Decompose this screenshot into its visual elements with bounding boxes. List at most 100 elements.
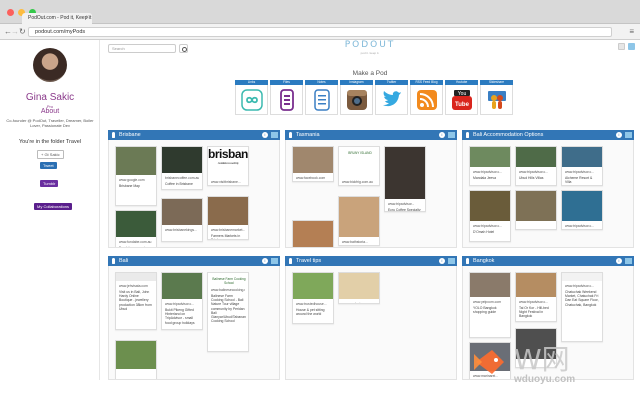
add-to-pod-button[interactable] bbox=[625, 132, 632, 138]
add-icon[interactable] bbox=[628, 43, 635, 50]
reload-icon[interactable]: ↻ bbox=[19, 27, 26, 36]
browser-tab-bar: PodOut.com - Pod it, Keep it × bbox=[0, 0, 640, 24]
pod-type-links[interactable]: Links bbox=[235, 80, 268, 115]
card-url[interactable]: www.tripadvisor.c... bbox=[565, 224, 599, 228]
card-url[interactable]: www.bickfrig.com.au bbox=[342, 180, 376, 184]
pod-type-rss-feed-blog[interactable]: RSS Feed Blog bbox=[410, 80, 443, 115]
close-window-button[interactable] bbox=[7, 9, 14, 16]
card-url[interactable]: www.podout.com.au bbox=[342, 302, 376, 303]
card-url[interactable]: www.trustedhouse... bbox=[296, 302, 330, 306]
pod-card[interactable]: www.tripadvisor.c... Tai Or Kor - Hill-be… bbox=[515, 272, 557, 322]
search-icon[interactable] bbox=[179, 44, 188, 53]
slideshare-icon bbox=[488, 91, 506, 109]
tumblr-button[interactable]: Tumblr bbox=[40, 180, 59, 187]
pod-card[interactable]: www.facebook.comPilgrim Cafe specialty c… bbox=[292, 146, 334, 182]
card-url[interactable]: www.brisbanemarket... bbox=[211, 228, 245, 232]
info-icon[interactable]: i bbox=[616, 132, 622, 138]
pod-card[interactable]: www.trustedhouse... House & pet sitting a… bbox=[292, 272, 334, 324]
card-url[interactable]: www.brisbanekings... bbox=[165, 228, 199, 232]
card-url[interactable]: www.fundabe.com.au bbox=[119, 240, 153, 244]
pod-card[interactable]: BRUNY ISLANDwww.bickfrig.com.auLunch on … bbox=[338, 146, 380, 186]
card-url[interactable]: www.balinesecooking.net bbox=[211, 288, 245, 292]
card-url[interactable]: www.tripadvisor.c... bbox=[473, 224, 507, 228]
info-icon[interactable]: i bbox=[262, 132, 268, 138]
pod-column-header[interactable]: Travel tips i bbox=[285, 256, 457, 266]
share-icon[interactable] bbox=[618, 43, 625, 50]
pod-card[interactable]: www.podout.com.au bbox=[338, 272, 380, 304]
pod-card[interactable]: www.tripadvisor.c...Alila Ubud bbox=[561, 190, 603, 230]
pod-card[interactable]: www.tripadvisor.c... Mandala Jeeva bbox=[469, 146, 511, 186]
close-tab-icon[interactable]: × bbox=[85, 15, 89, 21]
add-to-pod-button[interactable] bbox=[271, 258, 278, 264]
pod-card[interactable]: www.tripadvisor.c... Bukit Pikeng Gifted … bbox=[161, 272, 203, 330]
pod-card[interactable]: www.tripadvisor... Ecru Coffee Specialty … bbox=[384, 146, 426, 212]
pod-card[interactable]: www.brisbanekings... bbox=[161, 198, 203, 242]
card-url[interactable]: www.tripadvisor.c... bbox=[165, 302, 199, 306]
pod-card[interactable] bbox=[292, 220, 334, 247]
add-to-pod-button[interactable] bbox=[271, 132, 278, 138]
pod-column-header[interactable]: Brisbane i bbox=[108, 130, 280, 140]
card-thumbnail bbox=[470, 191, 510, 221]
pod-card[interactable]: Balinese Farm Cooking School www.balinese… bbox=[207, 272, 249, 352]
forward-icon[interactable]: → bbox=[11, 27, 19, 36]
card-url[interactable]: www.facebook.com bbox=[296, 176, 330, 180]
follow-button[interactable]: + Gt Sakic bbox=[37, 150, 64, 159]
card-description: Coffee in Brisbane bbox=[165, 182, 193, 186]
tweet-button[interactable]: Tweet bbox=[40, 162, 57, 169]
browser-menu-icon[interactable]: ≡ bbox=[629, 27, 634, 36]
pod-card[interactable]: www.yelpcom.com YOLO Bangkok shopping gui… bbox=[469, 272, 511, 338]
pod-card[interactable]: brisbanecoffee.com.au Coffee in Brisbane bbox=[161, 146, 203, 190]
add-to-pod-button[interactable] bbox=[448, 132, 455, 138]
pod-card[interactable]: brisbaneAustralia's new world city www.vi… bbox=[207, 146, 249, 186]
browser-tab[interactable]: PodOut.com - Pod it, Keep it × bbox=[22, 13, 92, 24]
search-input[interactable]: Search bbox=[108, 44, 176, 53]
card-url[interactable]: www.yelpcom.com bbox=[473, 300, 507, 304]
card-url[interactable]: www.tripadvisor.c... bbox=[565, 170, 599, 174]
url-input[interactable]: podout.com/myPods bbox=[28, 27, 612, 37]
pod-type-instagram[interactable]: Instagram bbox=[340, 80, 373, 115]
card-url[interactable]: www.visitbrisbane... bbox=[211, 180, 245, 184]
card-thumbnail bbox=[208, 197, 248, 225]
info-icon[interactable]: i bbox=[439, 132, 445, 138]
my-collaborations-button[interactable]: My Collaborations bbox=[34, 203, 73, 210]
info-icon[interactable]: i bbox=[262, 258, 268, 264]
add-to-pod-button[interactable] bbox=[625, 258, 632, 264]
pod-column-header[interactable]: Bangkok i bbox=[462, 256, 634, 266]
pod-column-header[interactable]: Tasmania i bbox=[285, 130, 457, 140]
pod-card[interactable]: www.google.com Brisbane Map bbox=[115, 146, 157, 206]
pod-column-title: Bali bbox=[119, 258, 129, 264]
card-url[interactable]: www.bathstoria... bbox=[342, 240, 376, 244]
card-url[interactable]: www.google.com bbox=[119, 178, 153, 182]
pod-type-notes[interactable]: Notes bbox=[305, 80, 338, 115]
card-description: D'Omah Hotel bbox=[473, 230, 495, 234]
card-url[interactable]: www.tripadvisor.c... bbox=[473, 170, 507, 174]
pod-card[interactable]: www.tripadvisor.c... Ubud Hills Villas bbox=[515, 146, 557, 186]
info-icon[interactable]: i bbox=[439, 258, 445, 264]
pod-card[interactable]: www.tripadvisor.c... D'Omah Hotel bbox=[469, 190, 511, 242]
info-icon[interactable]: i bbox=[616, 258, 622, 264]
pod-card[interactable]: www.jehvisata.com Visit us in Bali, John … bbox=[115, 272, 157, 330]
card-url[interactable]: www.tripadvisor.c... bbox=[565, 284, 599, 288]
pod-card[interactable]: www.fundabe.com.au Fundabe - organic whol… bbox=[115, 210, 157, 247]
card-url[interactable]: brisbanecoffee.com.au bbox=[165, 176, 199, 180]
profile-sidebar: Gina Sakic Pro About Co-founder @ PodOut… bbox=[0, 40, 100, 380]
pod-card[interactable]: www.tripadvisor.c... Alcheme Resort & Vil… bbox=[561, 146, 603, 186]
pod-card[interactable]: www.bathstoria... bbox=[338, 196, 380, 246]
pod-type-youtube[interactable]: Youtube Tube You bbox=[445, 80, 478, 115]
pod-column-header[interactable]: Bali i bbox=[108, 256, 280, 266]
card-url[interactable]: www.jehvisata.com bbox=[119, 284, 153, 288]
pod-column-header[interactable]: Bali Accommodation Options i bbox=[462, 130, 634, 140]
pod-card[interactable]: www.brisbanemarket... Farmers Markets in … bbox=[207, 196, 249, 240]
pod-card[interactable] bbox=[515, 190, 557, 230]
pod-type-twitter[interactable]: Twitter bbox=[375, 80, 408, 115]
card-url[interactable]: www.tripadvisor.c... bbox=[519, 170, 553, 174]
pod-card[interactable] bbox=[115, 340, 157, 379]
add-to-pod-button[interactable] bbox=[448, 258, 455, 264]
pod-type-files[interactable]: Files bbox=[270, 80, 303, 115]
pod-type-slideshare[interactable]: Slideshare bbox=[480, 80, 513, 115]
pod-column-title: Bali Accommodation Options bbox=[473, 132, 544, 138]
pod-card[interactable]: www.tripadvisor.c... Chatuchak Weekend Ma… bbox=[561, 272, 603, 342]
card-description: Ubud Hills Villas bbox=[519, 176, 544, 180]
card-url[interactable]: www.tripadvisor... bbox=[388, 202, 422, 206]
card-url[interactable]: www.tripadvisor.c... bbox=[519, 300, 553, 304]
